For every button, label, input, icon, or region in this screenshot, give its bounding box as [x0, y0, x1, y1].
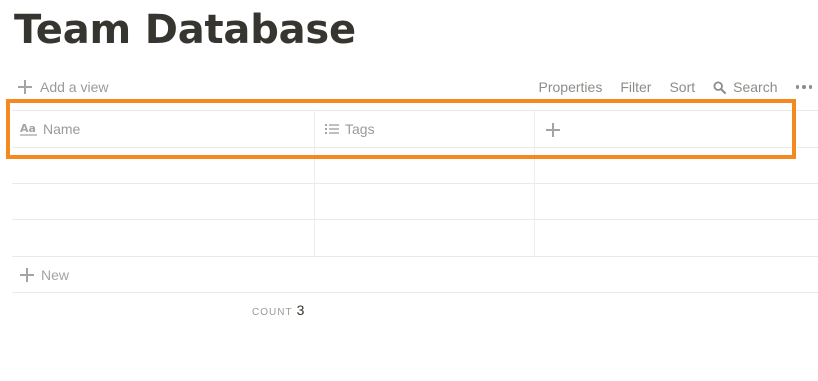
count-label: COUNT	[252, 307, 293, 318]
column-header-name[interactable]: Aa Name	[20, 112, 80, 146]
table-top-border	[12, 110, 818, 111]
svg-text:Aa: Aa	[20, 122, 36, 135]
more-options-icon[interactable]	[795, 85, 812, 89]
table-cell-name[interactable]	[12, 148, 314, 183]
column-divider	[534, 110, 535, 256]
search-icon	[713, 80, 727, 94]
add-view-button[interactable]: Add a view	[18, 74, 108, 100]
page-title[interactable]: Team Database	[14, 4, 356, 56]
table-cell-tags[interactable]	[315, 184, 534, 219]
search-button[interactable]: Search	[713, 79, 778, 95]
new-row-button[interactable]: New	[12, 259, 69, 291]
plus-icon	[18, 80, 32, 94]
plus-icon	[546, 123, 560, 137]
new-row-label: New	[41, 267, 70, 283]
database-toolbar: Add a view Properties Filter Sort Search	[12, 74, 818, 100]
count-value: 3	[296, 302, 305, 318]
column-header-tags[interactable]: Tags	[325, 112, 375, 146]
add-column-button[interactable]	[546, 112, 560, 146]
plus-icon	[20, 268, 34, 282]
table-cell-name[interactable]	[12, 184, 314, 219]
row-border	[12, 256, 818, 257]
filter-button[interactable]: Filter	[620, 79, 651, 95]
toolbar-actions: Properties Filter Sort Search	[539, 74, 812, 100]
table-cell-tags[interactable]	[315, 220, 534, 256]
search-label: Search	[733, 79, 778, 95]
text-type-icon: Aa	[20, 122, 37, 136]
add-view-label: Add a view	[40, 79, 109, 95]
table-cell-name[interactable]	[12, 220, 314, 256]
column-header-label: Tags	[345, 121, 375, 137]
sort-button[interactable]: Sort	[669, 79, 695, 95]
table-bottom-border	[12, 292, 818, 293]
list-icon	[325, 124, 339, 134]
table-cell-tags[interactable]	[315, 148, 534, 183]
properties-button[interactable]: Properties	[539, 79, 603, 95]
row-count[interactable]: COUNT 3	[252, 302, 304, 318]
column-header-label: Name	[43, 121, 81, 137]
